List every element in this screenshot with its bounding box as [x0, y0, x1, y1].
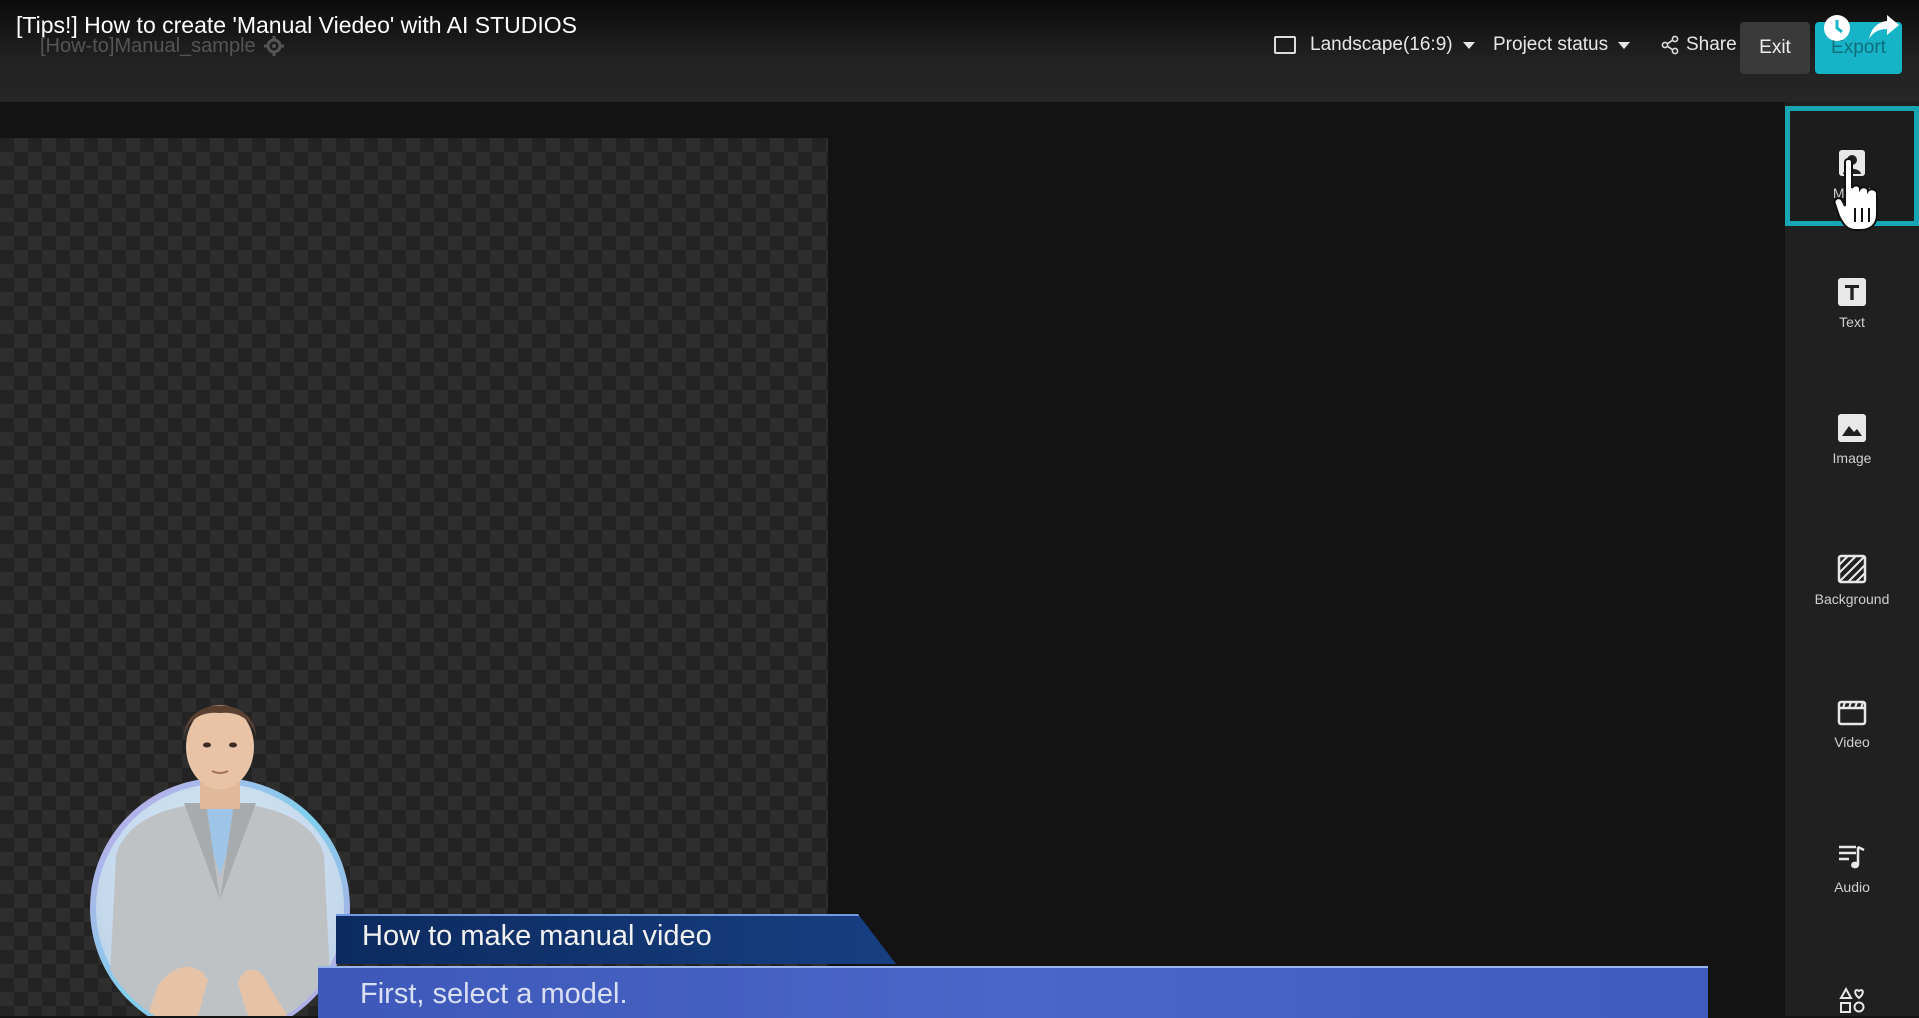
tool-label: Image [1832, 450, 1872, 466]
background-icon [1837, 554, 1867, 584]
frame-icon [1274, 36, 1296, 54]
project-status-label: Project status [1493, 34, 1609, 55]
share-icon [1661, 35, 1679, 55]
tool-label: Text [1839, 314, 1865, 330]
exit-button[interactable]: Exit [1740, 22, 1810, 74]
presenter-avatar [90, 705, 350, 1016]
text-icon [1838, 278, 1866, 306]
tool-label: Background [1814, 591, 1890, 607]
tool-elements[interactable] [1785, 984, 1919, 1016]
hand-cursor-icon [1833, 158, 1878, 231]
tool-audio[interactable]: Audio [1785, 841, 1919, 961]
tool-text[interactable]: Text [1785, 276, 1919, 396]
lower-third-subtitle: First, select a model. [360, 978, 628, 1010]
share-arrow-icon[interactable] [1867, 12, 1901, 42]
tool-video[interactable]: Video [1785, 696, 1919, 816]
share-label: Share [1686, 34, 1737, 55]
project-status-select[interactable]: Project status [1493, 34, 1631, 56]
tool-background[interactable]: Background [1785, 553, 1919, 673]
aspect-ratio-select[interactable]: Landscape(16:9) [1274, 34, 1475, 56]
tool-label: Audio [1834, 879, 1870, 895]
image-icon [1838, 414, 1866, 442]
gear-icon[interactable] [264, 36, 284, 56]
audio-icon [1839, 845, 1865, 869]
tool-label: Video [1834, 734, 1870, 750]
project-name[interactable]: [How-to]Manual_sample [40, 35, 256, 58]
share-button[interactable]: Share [1660, 34, 1737, 56]
tool-image[interactable]: Image [1785, 412, 1919, 532]
chevron-down-icon [1618, 41, 1631, 49]
aspect-ratio-label: Landscape(16:9) [1310, 34, 1453, 55]
lower-third-title: How to make manual video [362, 920, 712, 952]
video-icon [1837, 700, 1867, 726]
chevron-down-icon [1462, 41, 1475, 49]
editor-header: [Tips!] How to create 'Manual Viedeo' wi… [0, 0, 1919, 102]
shapes-icon [1839, 986, 1865, 1013]
watch-later-icon[interactable] [1822, 13, 1852, 43]
